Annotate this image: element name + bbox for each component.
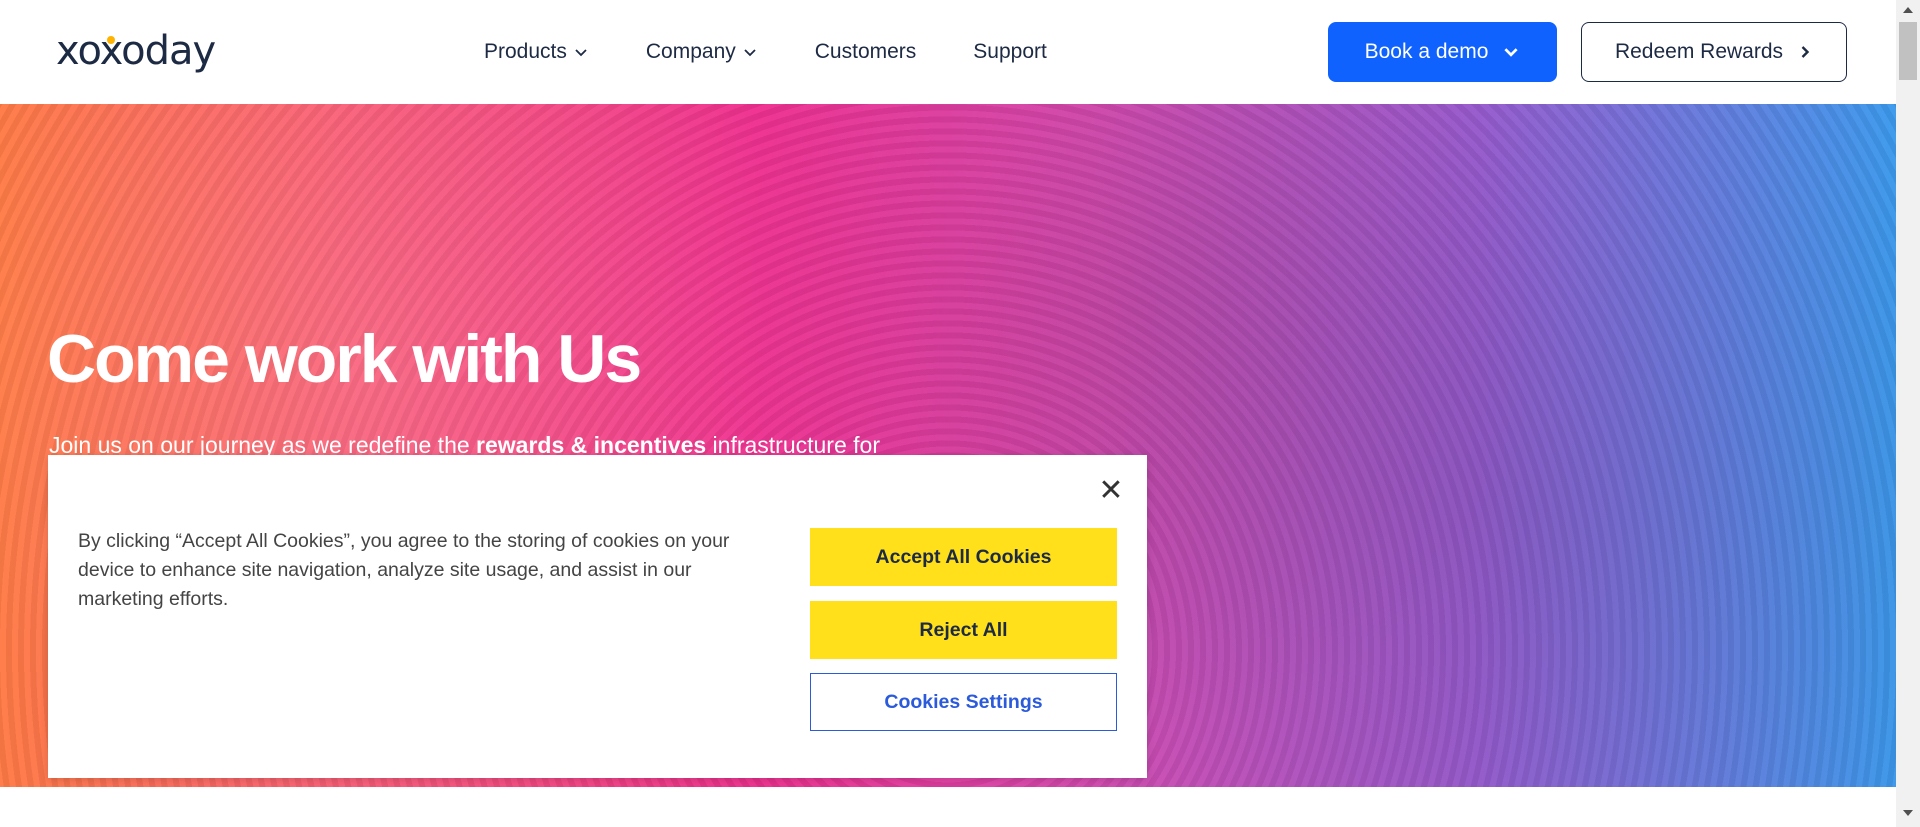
- accept-all-cookies-button[interactable]: Accept All Cookies: [810, 528, 1117, 586]
- chevron-down-icon: [744, 49, 756, 57]
- nav-customers[interactable]: Customers: [815, 40, 917, 64]
- nav-customers-label: Customers: [814, 40, 917, 63]
- book-demo-button[interactable]: Book a demo: [1328, 22, 1557, 82]
- site-header: xoxoday Products Company Customers Suppo…: [0, 0, 1896, 104]
- xoxoday-logo[interactable]: xoxoday: [56, 28, 216, 74]
- chevron-down-icon: [1504, 48, 1518, 57]
- reject-all-button[interactable]: Reject All: [810, 601, 1117, 659]
- logo-text: xoxoday: [56, 28, 216, 74]
- cookies-settings-button[interactable]: Cookies Settings: [810, 673, 1117, 731]
- cookie-consent-text: By clicking “Accept All Cookies”, you ag…: [78, 530, 730, 610]
- scroll-up-arrow-icon[interactable]: [1903, 7, 1913, 13]
- nav-support[interactable]: Support: [973, 40, 1047, 64]
- chevron-down-icon: [575, 49, 587, 57]
- hero-title: Come work with Us: [47, 321, 642, 397]
- scroll-thumb[interactable]: [1899, 22, 1917, 80]
- page-scrollbar[interactable]: [1896, 0, 1920, 827]
- nav-company[interactable]: Company: [646, 40, 758, 64]
- nav-products[interactable]: Products: [484, 40, 589, 64]
- scroll-down-arrow-icon[interactable]: [1903, 810, 1913, 816]
- nav-support-label: Support: [973, 40, 1047, 63]
- logo-dot-icon: [107, 36, 115, 44]
- chevron-right-icon: [1801, 46, 1810, 58]
- cookie-consent-banner: ✕ By clicking “Accept All Cookies”, you …: [48, 455, 1147, 778]
- redeem-rewards-button[interactable]: Redeem Rewards: [1581, 22, 1847, 82]
- nav-company-label: Company: [645, 40, 736, 63]
- book-demo-label: Book a demo: [1364, 40, 1489, 63]
- main-nav: Products Company Customers Support: [484, 0, 1104, 104]
- close-icon[interactable]: ✕: [1096, 474, 1126, 507]
- nav-products-label: Products: [484, 40, 567, 63]
- redeem-rewards-label: Redeem Rewards: [1614, 40, 1784, 63]
